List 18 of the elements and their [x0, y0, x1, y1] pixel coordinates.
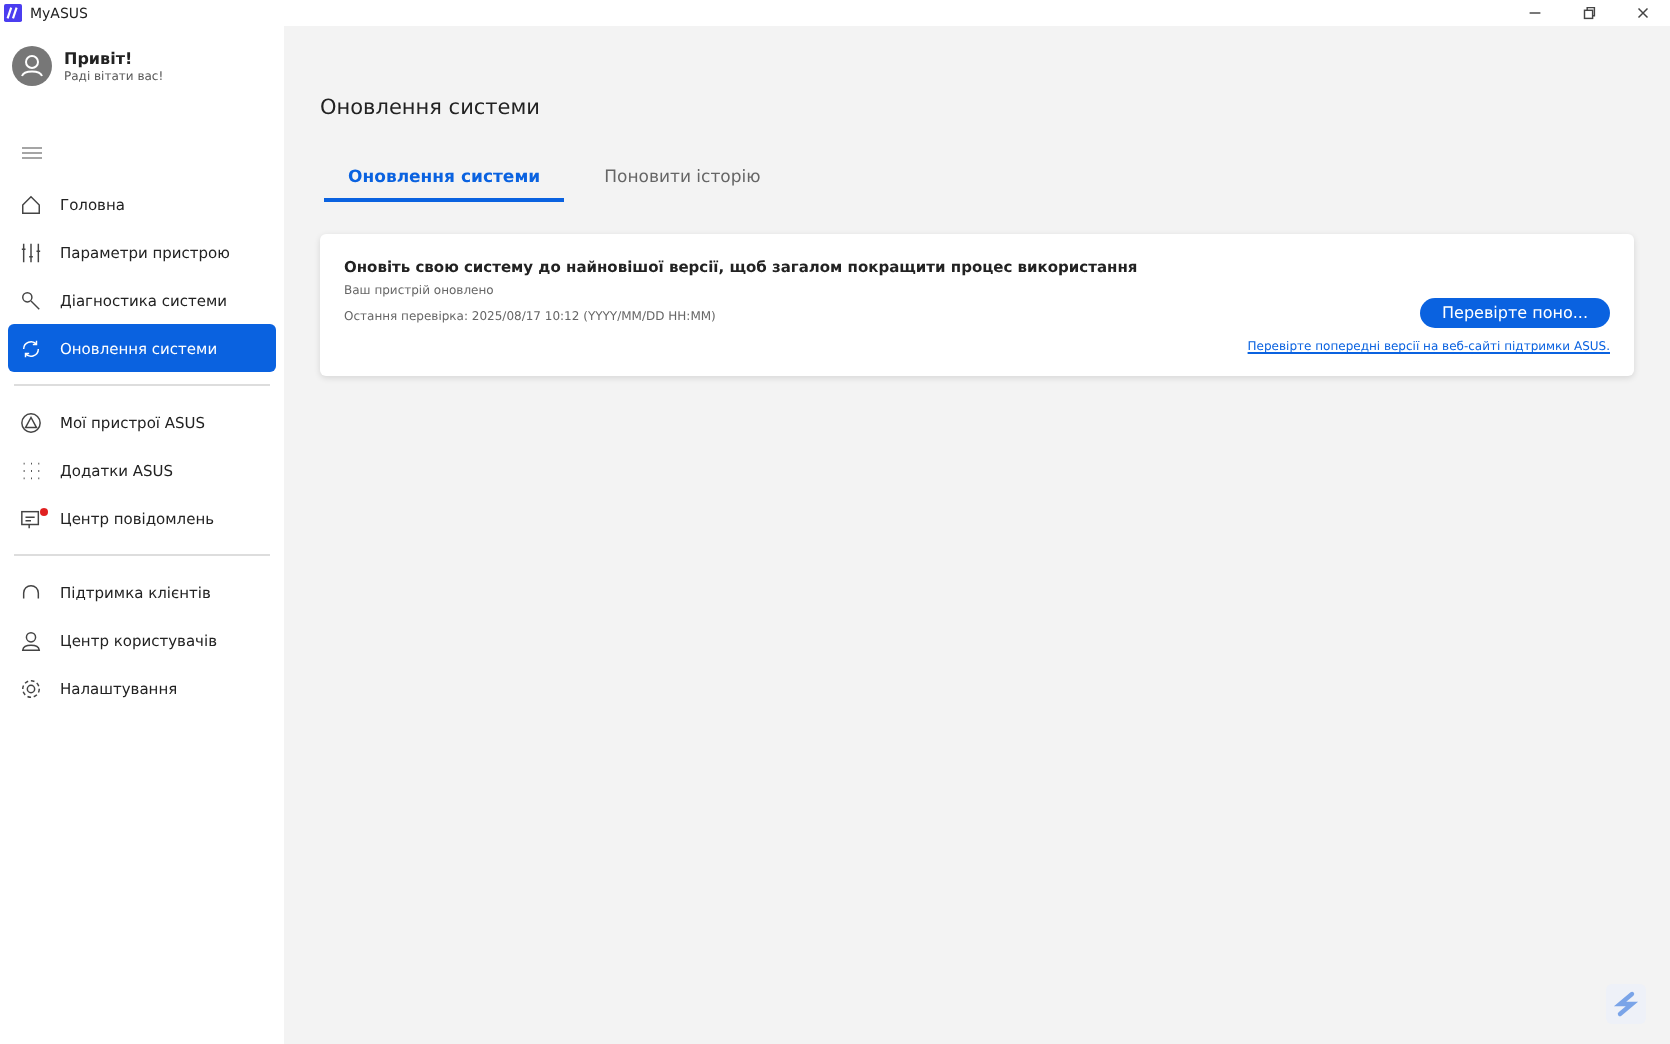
home-icon [20, 193, 42, 215]
tab[interactable]: Оновлення системи [324, 168, 565, 202]
device-icon [20, 411, 42, 433]
restore-icon[interactable] [1580, 4, 1598, 22]
close-icon[interactable] [1634, 4, 1652, 22]
greeting: Привіт! [64, 49, 135, 67]
grid-icon [20, 459, 42, 481]
sliders-icon [20, 241, 42, 263]
update-icon [20, 337, 42, 359]
check-updates-button[interactable]: Перевірте поно... [1420, 298, 1610, 328]
gear-icon [20, 677, 42, 699]
page-title: Оновлення системи [320, 96, 542, 120]
notification-dot [40, 508, 48, 516]
user-icon [20, 629, 42, 651]
message-icon [20, 507, 42, 529]
tab[interactable]: Поновити історію [580, 168, 785, 202]
menu-icon[interactable] [22, 146, 42, 160]
avatar-icon[interactable] [12, 46, 52, 86]
